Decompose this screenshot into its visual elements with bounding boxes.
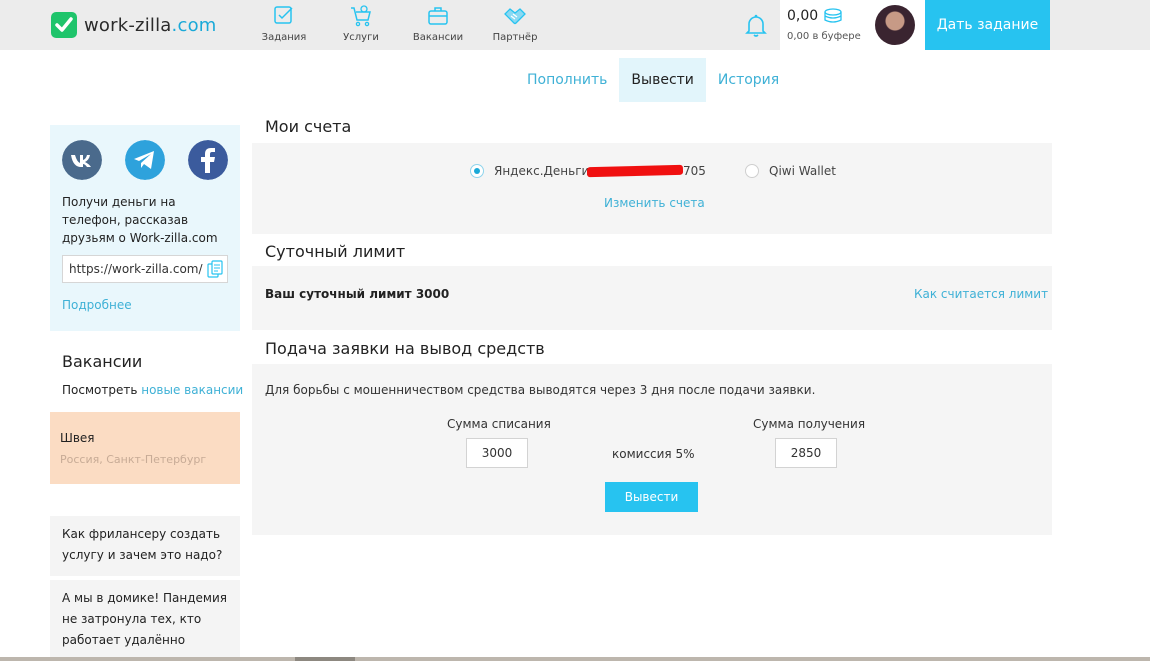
balance-widget[interactable]: 0,00 0,00 в буфере [780, 0, 864, 50]
vacancies-heading: Вакансии [62, 352, 143, 371]
referral-box: Получи деньги на телефон, рассказав друз… [50, 125, 240, 331]
referral-text: Получи деньги на телефон, рассказав друз… [62, 195, 218, 245]
new-vacancies-link[interactable]: новые вакансии [141, 383, 243, 397]
logo[interactable]: work-zilla.com [50, 10, 217, 40]
give-task-button[interactable]: Дать задание [925, 0, 1050, 50]
coins-icon [824, 8, 842, 23]
nav-services-label: Услуги [343, 32, 379, 43]
yandex-account-suffix: 705 [683, 164, 706, 178]
daily-limit-text: Ваш суточный лимит 3000 [265, 287, 450, 301]
vk-icon[interactable] [62, 140, 102, 180]
horizontal-scrollbar[interactable] [0, 657, 1150, 661]
tab-history[interactable]: История [706, 58, 791, 102]
receive-amount-input[interactable]: 2850 [775, 438, 837, 468]
copy-icon[interactable] [207, 260, 223, 278]
receive-amount-label: Сумма получения [753, 417, 866, 431]
nav-vacancies-label: Вакансии [412, 32, 464, 43]
top-header: work-zilla.com Задания Услуги Вакансии П… [0, 0, 1150, 50]
article-card[interactable]: А мы в домике! Пандемия не затронула тех… [50, 580, 240, 657]
commission-text: комиссия 5% [612, 447, 695, 461]
withdraw-request-title: Подача заявки на вывод средств [265, 339, 545, 358]
vacancy-location: Россия, Санкт-Петербург [60, 453, 207, 466]
fraud-notice: Для борьбы с мошенничеством средства выв… [265, 383, 816, 397]
accounts-panel [252, 143, 1052, 234]
facebook-icon[interactable] [188, 140, 228, 180]
nav-partner-label: Партнёр [492, 32, 538, 43]
handshake-icon [504, 8, 526, 25]
yandex-money-label: Яндекс.Деньги [494, 164, 590, 178]
logo-check-icon [51, 12, 77, 38]
tab-deposit[interactable]: Пополнить [515, 58, 619, 102]
bell-icon[interactable] [743, 12, 769, 38]
balance-buffer: 0,00 в буфере [787, 31, 861, 42]
nav-vacancies[interactable]: Вакансии [398, 4, 478, 48]
nav-partner[interactable]: Партнёр [475, 4, 555, 48]
debit-amount-label: Сумма списания [447, 417, 551, 431]
nav-tasks[interactable]: Задания [244, 4, 324, 48]
article-card[interactable]: Как фрилансеру создать услугу и зачем эт… [50, 516, 240, 576]
yandex-money-radio[interactable] [470, 164, 484, 178]
scrollbar-thumb[interactable] [295, 657, 355, 661]
vacancies-prefix: Посмотреть [62, 383, 142, 397]
qiwi-wallet-radio[interactable] [745, 164, 759, 178]
vacancies-line: Посмотреть новые вакансии [62, 383, 243, 397]
user-menu[interactable] [864, 0, 925, 50]
vacancy-card[interactable]: Швея Россия, Санкт-Петербург [50, 412, 240, 484]
nav-tasks-label: Задания [261, 32, 307, 43]
qiwi-wallet-label: Qiwi Wallet [769, 164, 836, 178]
telegram-icon[interactable] [125, 140, 165, 180]
briefcase-icon [428, 7, 448, 25]
nav-services[interactable]: Услуги [321, 4, 401, 48]
referral-link-field[interactable]: https://work-zilla.com/ [62, 255, 228, 283]
avatar[interactable] [875, 5, 915, 45]
balance-tabs: Пополнить Вывести История [515, 58, 791, 102]
tab-withdraw[interactable]: Вывести [619, 58, 706, 102]
balance-amount: 0,00 [787, 8, 819, 24]
logo-text-main: work-zilla [84, 14, 172, 36]
debit-amount-input[interactable]: 3000 [466, 438, 528, 468]
daily-limit-title: Суточный лимит [265, 242, 406, 261]
accounts-title: Мои счета [265, 117, 352, 136]
logo-text-domain: .com [171, 14, 217, 36]
services-cart-icon [351, 5, 371, 27]
logo-text: work-zilla.com [84, 15, 217, 36]
vacancy-title: Швея [60, 431, 95, 445]
tasks-icon [274, 6, 293, 24]
how-limit-link[interactable]: Как считается лимит [914, 287, 1048, 301]
withdraw-button[interactable]: Вывести [605, 482, 698, 512]
more-link[interactable]: Подробнее [62, 298, 132, 312]
change-accounts-link[interactable]: Изменить счета [604, 196, 705, 210]
